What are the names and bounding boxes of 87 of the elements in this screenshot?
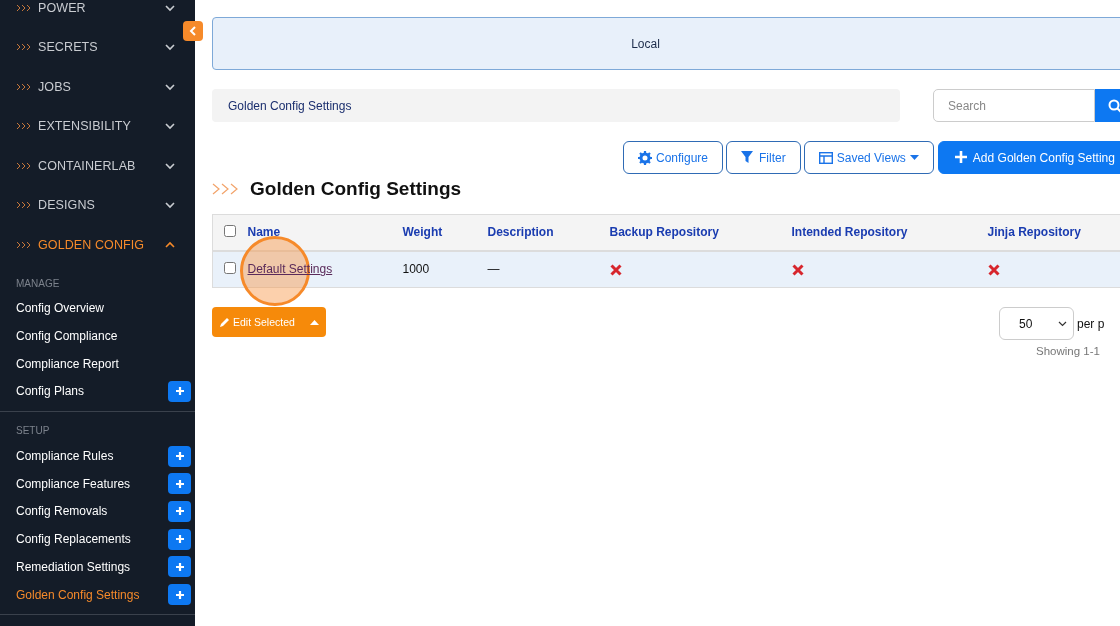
column-header[interactable]: Intended Repository (791, 214, 988, 251)
menu-item[interactable]: Compliance Rules (16, 449, 114, 464)
caret-down-icon (165, 201, 175, 210)
caret-down-icon (165, 3, 175, 12)
chevrons-icon (16, 200, 32, 211)
checkbox[interactable] (224, 261, 237, 274)
configure-button[interactable]: Configure (623, 141, 724, 174)
menu-item[interactable]: Config Replacements (16, 532, 131, 547)
caret-down-icon (165, 82, 175, 91)
caret-down-icon (165, 161, 175, 170)
section-label: EXTENSIBILITY (38, 119, 132, 134)
plus-icon (174, 589, 185, 600)
menu-item[interactable]: Compliance Features (16, 476, 131, 491)
plus-icon (174, 561, 185, 572)
column-header[interactable]: Description (487, 214, 610, 251)
filter-icon (741, 150, 756, 165)
chevrons-icon (16, 81, 32, 92)
per-page-select[interactable]: 50 (999, 307, 1074, 340)
table-icon (818, 151, 833, 164)
chevron-left-icon (189, 26, 197, 36)
filter-button[interactable]: Filter (726, 141, 801, 174)
breadcrumb[interactable]: Golden Config Settings (212, 89, 900, 122)
table-cell: 1000 (402, 262, 430, 277)
add-button[interactable] (168, 473, 191, 495)
column-header[interactable]: Name (247, 214, 403, 251)
menu-item[interactable]: Remediation Settings (16, 559, 131, 574)
results-count: Showing 1-1 (1036, 345, 1100, 357)
column-header[interactable]: Jinja Repository (987, 214, 1120, 251)
sidebar-toggle[interactable] (183, 21, 203, 41)
plus-icon (174, 506, 185, 517)
saved-views-button[interactable]: Saved Views (803, 141, 934, 174)
plus-icon (174, 451, 185, 462)
menu-section[interactable]: GOLDEN CONFIG (0, 225, 195, 265)
chevrons-icon (212, 183, 240, 195)
section-label: JOBS (38, 79, 73, 94)
column-header[interactable]: Weight (402, 214, 488, 251)
menu-section[interactable]: CONTAINERLAB (0, 146, 195, 186)
section-label: POWER (38, 0, 87, 15)
section-label: DESIGNS (38, 198, 96, 213)
menu-item[interactable]: Config Plans (16, 384, 85, 399)
add-button[interactable] (168, 500, 191, 522)
caret-down-icon (165, 43, 175, 52)
caret-down-icon (165, 122, 175, 131)
chevrons-icon (16, 239, 32, 250)
caret-down-icon (909, 155, 919, 160)
table-cell: — (487, 262, 500, 277)
menu-section[interactable]: POWER (0, 0, 195, 28)
search-field[interactable]: Search (933, 89, 1095, 122)
plus-icon (174, 534, 185, 545)
menu-item[interactable]: Golden Config Settings (16, 587, 140, 602)
menu-section[interactable]: SECRETS (0, 27, 195, 67)
column-header[interactable]: Backup Repository (609, 214, 792, 251)
checkbox[interactable] (224, 224, 237, 237)
add-button[interactable]: Add Golden Config Setting (937, 141, 1120, 174)
menu-section[interactable]: DESIGNS (0, 185, 195, 225)
add-button[interactable] (168, 556, 191, 578)
page-title: Golden Config Settings (250, 178, 462, 200)
menu-item[interactable]: Compliance Report (16, 356, 119, 371)
plus-icon (174, 478, 185, 489)
plus-icon (954, 150, 969, 165)
gear-icon (638, 150, 652, 165)
add-button[interactable] (168, 380, 191, 402)
menu-section[interactable]: EXTENSIBILITY (0, 106, 195, 146)
menu-item[interactable]: Config Overview (16, 301, 105, 316)
chevrons-icon (16, 2, 32, 13)
plus-icon (174, 386, 185, 397)
group-heading: MANAGE (15, 276, 61, 291)
section-label: SECRETS (38, 40, 99, 55)
pencil-icon (219, 316, 230, 328)
menu-item[interactable]: Config Removals (16, 504, 108, 519)
caret-down-icon (1058, 320, 1067, 327)
add-button[interactable] (168, 528, 191, 550)
add-button[interactable] (168, 584, 191, 606)
search-icon (1108, 98, 1120, 113)
add-button[interactable] (168, 445, 191, 467)
chevrons-icon (16, 121, 32, 132)
menu-item[interactable]: Config Compliance (16, 329, 118, 344)
section-label: CONTAINERLAB (38, 158, 137, 173)
per-page-label: per p (1077, 316, 1105, 331)
section-label: GOLDEN CONFIG (38, 237, 146, 252)
chevrons-icon (16, 160, 32, 171)
group-heading: SETUP (15, 424, 51, 439)
caret-up-icon (309, 319, 319, 325)
menu-section[interactable]: JOBS (0, 67, 195, 107)
caret-up-icon (165, 240, 175, 249)
chevrons-icon (16, 42, 32, 53)
banner: Local (212, 17, 1120, 70)
